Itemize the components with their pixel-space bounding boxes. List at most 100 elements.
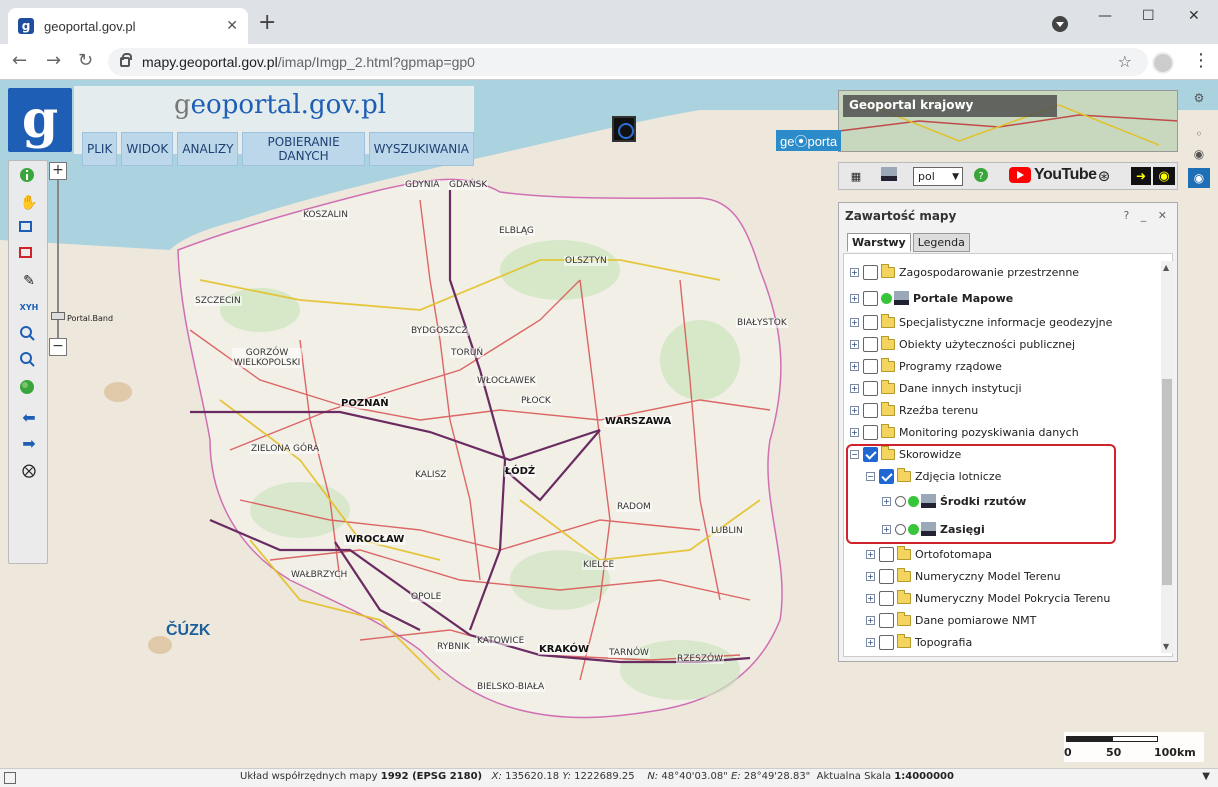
layer-row[interactable]: + Topografia (866, 633, 972, 651)
table-icon[interactable]: ▦ (847, 167, 865, 185)
scroll-down-icon[interactable]: ▼ (1163, 642, 1169, 651)
layer-row[interactable]: + Programy rządowe (850, 357, 1002, 375)
contrast-arrow-icon[interactable]: ➜ (1131, 167, 1151, 185)
forward-arrow-icon[interactable]: → (46, 52, 61, 70)
menu-wyszukiwania[interactable]: WYSZUKIWANIA (368, 132, 474, 166)
layer-scrollbar[interactable]: ▲ ▼ (1161, 261, 1173, 653)
layer-checkbox[interactable] (879, 568, 894, 584)
minimize-icon[interactable]: — (1098, 8, 1112, 24)
scroll-up-icon[interactable]: ▲ (1163, 263, 1169, 272)
coordinates-xyh-icon[interactable]: XYH (19, 297, 39, 317)
expand-icon[interactable]: + (866, 593, 875, 603)
layer-checkbox[interactable] (863, 264, 878, 280)
layer-checkbox[interactable] (879, 612, 894, 628)
layer-checkbox[interactable] (863, 290, 878, 306)
layer-row[interactable]: + Portale Mapowe (850, 289, 1013, 307)
layer-row[interactable]: + Dane innych instytucji (850, 379, 1022, 397)
overview-map-thumbnail[interactable]: Geoportal krajowy (838, 90, 1178, 152)
previous-view-arrow-icon[interactable]: ⬅ (19, 407, 39, 427)
layer-row[interactable]: + Numeryczny Model Terenu (866, 567, 1061, 585)
bookmark-star-icon[interactable]: ☆ (1118, 52, 1132, 71)
layer-checkbox[interactable] (863, 314, 878, 330)
clear-icon[interactable]: ⨂ (19, 461, 39, 481)
layer-checkbox[interactable] (863, 424, 878, 440)
expand-icon[interactable]: + (850, 317, 859, 327)
pan-hand-icon[interactable]: ✋ (19, 193, 39, 213)
zoom-out-icon[interactable] (19, 351, 39, 371)
layer-row[interactable]: + Numeryczny Model Pokrycia Terenu (866, 589, 1110, 607)
eye-small-icon[interactable]: ◉ (1188, 144, 1210, 164)
tab-legenda[interactable]: Legenda (912, 233, 970, 252)
zoom-minus-button[interactable]: − (49, 338, 67, 356)
close-tab-icon[interactable]: ✕ (226, 18, 238, 34)
info-icon[interactable] (19, 167, 39, 187)
expand-icon[interactable]: + (866, 549, 875, 559)
expand-icon[interactable]: + (850, 267, 859, 277)
reload-icon[interactable]: ↻ (78, 52, 93, 70)
help-icon[interactable]: ? (973, 167, 991, 185)
zoom-handle[interactable] (51, 312, 65, 320)
expand-icon[interactable]: + (866, 615, 875, 625)
layer-row[interactable]: + Rzeźba terenu (850, 401, 978, 419)
window-corner-icon[interactable] (4, 772, 16, 784)
menu-plik[interactable]: PLIK (82, 132, 118, 166)
zoom-plus-button[interactable]: + (49, 162, 67, 180)
expand-icon[interactable]: + (850, 293, 859, 303)
window-close-icon[interactable]: ✕ (1188, 8, 1200, 24)
chevron-down-icon[interactable]: ▼ (1202, 771, 1210, 782)
expand-icon[interactable]: + (850, 405, 859, 415)
next-view-arrow-icon[interactable]: ➡ (19, 433, 39, 453)
geoportal-logo[interactable]: g (8, 88, 72, 152)
layer-row[interactable]: + Obiekty użyteczności publicznej (850, 335, 1075, 353)
wms-layer-icon (894, 291, 909, 305)
menu-pobieranie-danych[interactable]: POBIERANIE DANYCH (242, 132, 365, 166)
pencil-icon[interactable]: ✎ (19, 271, 39, 291)
map-canvas[interactable]: g geoportal.gov.pl PLIK WIDOK ANALIZY PO… (0, 80, 1218, 770)
panel-window-controls[interactable]: ? _ ✕ (1123, 209, 1171, 222)
layer-checkbox[interactable] (863, 358, 878, 374)
globe-icon[interactable] (19, 379, 39, 399)
zoom-in-icon[interactable] (19, 325, 39, 345)
language-select[interactable]: pol ▼ (913, 167, 963, 186)
maximize-icon[interactable]: ☐ (1142, 8, 1155, 24)
layer-row[interactable]: + Dane pomiarowe NMT (866, 611, 1036, 629)
zoom-slider[interactable]: + Portal.Band − (49, 162, 113, 358)
layer-checkbox[interactable] (863, 336, 878, 352)
browser-tab[interactable]: g geoportal.gov.pl ✕ (8, 8, 248, 44)
browser-menu-icon[interactable]: ⋮ (1192, 50, 1210, 71)
deselect-rectangle-icon[interactable] (19, 245, 39, 265)
expand-icon[interactable]: + (850, 339, 859, 349)
select-rectangle-icon[interactable] (19, 219, 39, 239)
youtube-link[interactable]: YouTube (1009, 166, 1097, 184)
layer-row[interactable]: + Zagospodarowanie przestrzenne (850, 263, 1079, 281)
wms-icon[interactable] (881, 167, 901, 185)
tab-search-icon[interactable] (1052, 16, 1068, 32)
tab-warstwy[interactable]: Warstwy (847, 233, 911, 252)
layer-checkbox[interactable] (879, 546, 894, 562)
expand-icon[interactable]: + (850, 383, 859, 393)
layer-checkbox[interactable] (863, 380, 878, 396)
profile-avatar-icon[interactable] (1152, 52, 1174, 74)
new-tab-button[interactable]: + (258, 12, 276, 34)
expand-icon[interactable]: + (850, 361, 859, 371)
expand-icon[interactable]: + (866, 571, 875, 581)
contrast-eye-icon[interactable]: ◉ (1153, 167, 1175, 185)
compass-map-icon[interactable] (612, 116, 636, 142)
view-toggle-icon[interactable]: ◦ (1188, 124, 1210, 144)
scroll-thumb[interactable] (1162, 379, 1172, 585)
url-field[interactable]: mapy.geoportal.gov.pl/imap/Imgp_2.html?g… (108, 48, 1148, 76)
expand-icon[interactable]: + (866, 637, 875, 647)
settings-gear-icon[interactable]: ⚙ (1188, 88, 1210, 108)
layer-row[interactable]: + Ortofotomapa (866, 545, 992, 563)
expand-icon[interactable]: + (850, 427, 859, 437)
menu-analizy[interactable]: ANALIZY (177, 132, 239, 166)
layer-row[interactable]: + Specjalistyczne informacje geodezyjne (850, 313, 1112, 331)
layer-row[interactable]: + Monitoring pozyskiwania danych (850, 423, 1079, 441)
layer-checkbox[interactable] (863, 402, 878, 418)
layer-checkbox[interactable] (879, 590, 894, 606)
eye-active-icon[interactable]: ◉ (1188, 168, 1210, 188)
menu-widok[interactable]: WIDOK (121, 132, 174, 166)
back-arrow-icon[interactable]: ← (12, 52, 27, 70)
accessibility-icon[interactable]: ⊛ (1095, 167, 1113, 185)
layer-checkbox[interactable] (879, 634, 894, 650)
